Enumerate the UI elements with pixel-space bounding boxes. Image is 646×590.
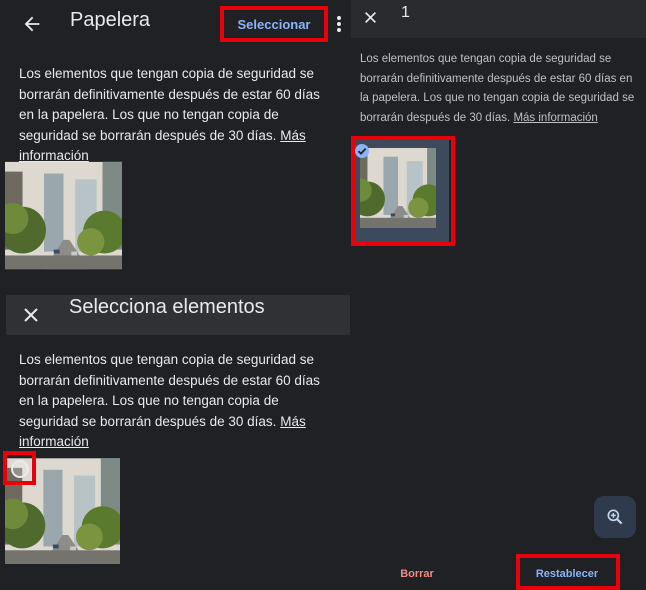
select-button-highlight [220, 6, 328, 42]
select-mode-panel: Selecciona elementos Los elementos que t… [0, 295, 350, 590]
trash-description: Los elementos que tengan copia de seguri… [19, 64, 334, 167]
selected-top-bar: 1 [351, 0, 646, 38]
trash-panel: Papelera Seleccionar Los elementos que t… [0, 0, 350, 295]
select-title: Selecciona elementos [69, 296, 265, 318]
select-description: Los elementos que tengan copia de seguri… [19, 350, 334, 453]
trash-photo-thumbnail[interactable] [5, 160, 122, 271]
selected-more-info-link[interactable]: Más información [513, 112, 597, 124]
close-icon[interactable] [359, 6, 381, 28]
selected-panel: 1 Los elementos que tengan copia de segu… [351, 0, 646, 590]
arrow-back-icon[interactable] [18, 10, 46, 38]
more-vert-icon[interactable] [332, 12, 346, 36]
delete-button[interactable]: Borrar [391, 564, 443, 584]
selected-count: 1 [401, 4, 410, 21]
page-title: Papelera [70, 9, 151, 31]
trash-description-text: Los elementos que tengan copia de seguri… [19, 66, 320, 143]
zoom-in-icon[interactable] [594, 496, 636, 538]
select-description-text: Los elementos que tengan copia de seguri… [19, 352, 320, 429]
selected-thumb-highlight [351, 136, 455, 246]
select-circle-highlight [3, 451, 36, 485]
restore-button-highlight [516, 554, 620, 590]
selected-description: Los elementos que tengan copia de seguri… [360, 50, 640, 128]
close-icon[interactable] [18, 302, 44, 328]
select-top-bar: Selecciona elementos [6, 295, 350, 335]
